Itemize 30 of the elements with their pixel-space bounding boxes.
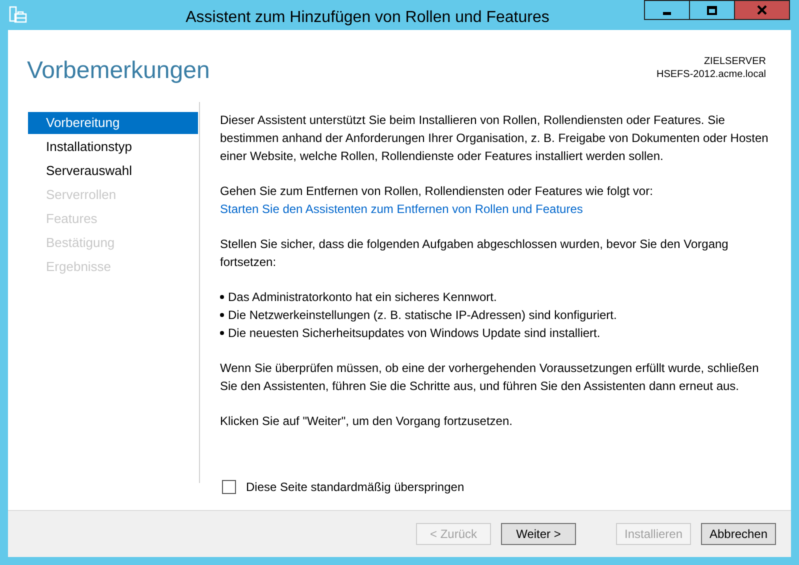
close-button[interactable] <box>734 0 790 20</box>
checkbox[interactable] <box>222 480 236 494</box>
checkbox-label: Diese Seite standardmäßig überspringen <box>246 479 464 496</box>
paragraph: Dieser Assistent unterstützt Sie beim Installieren von Rollen, Rollendiensten oder Features. Sie bestimmen anhand der Anforderungen Ihrer Organisation, z. B. Freigabe von Dokumenten oder Hosten einer Website, welche Rollen, Rollendienste oder Features installiert werden sollen. <box>220 112 770 165</box>
server-label: ZIELSERVER <box>702 55 766 68</box>
paragraph: Stellen Sie sicher, dass die folgenden Aufgaben abgeschlossen wurden, bevor Sie den Vorgang fortsetzen: <box>220 236 730 271</box>
wizard-button[interactable]: Abbrechen <box>701 523 776 545</box>
wizard-step[interactable]: Installationstyp <box>28 136 198 158</box>
maximize-button[interactable] <box>689 0 735 20</box>
maximize-icon <box>707 6 717 14</box>
close-icon <box>757 5 767 15</box>
wizard-step[interactable]: Serverauswahl <box>28 160 198 182</box>
list-item: Das Administratorkonto hat ein sicheres Kennwort. <box>228 289 497 306</box>
paragraph: Wenn Sie überprüfen müssen, ob eine der vorhergehenden Voraussetzungen erfüllt wurde, schließen Sie den Assistenten, führen Sie die Schritte aus, und führen Sie den Assistenten dann erneut aus. <box>220 360 760 395</box>
minimize-icon <box>663 12 671 14</box>
minimize-button[interactable] <box>644 0 690 20</box>
bullet-icon <box>220 313 224 317</box>
wizard-step[interactable]: Vorbereitung <box>28 112 198 134</box>
window-title: Assistent zum Hinzufügen von Rollen und Features <box>186 8 550 28</box>
page-title: Vorbemerkungen <box>27 56 210 86</box>
list-item: Die neuesten Sicherheitsupdates von Windows Update sind installiert. <box>228 325 600 342</box>
wizard-button[interactable]: Weiter > <box>501 523 576 545</box>
bullet-icon <box>220 295 224 299</box>
paragraph: Gehen Sie zum Entfernen von Rollen, Rollendiensten oder Features wie folgt vor: <box>220 183 654 200</box>
paragraph: Klicken Sie auf "Weiter", um den Vorgang fortzusetzen. <box>220 413 514 430</box>
server-manager-icon <box>9 6 27 24</box>
bullet-icon <box>220 331 224 335</box>
remove-wizard-link[interactable]: Starten Sie den Assistenten zum Entfernen von Rollen und Features <box>220 202 583 216</box>
list-item: Die Netzwerkeinstellungen (z. B. statische IP-Adressen) sind konfiguriert. <box>228 307 617 324</box>
server-name: HSEFS-2012.acme.local <box>656 68 766 81</box>
